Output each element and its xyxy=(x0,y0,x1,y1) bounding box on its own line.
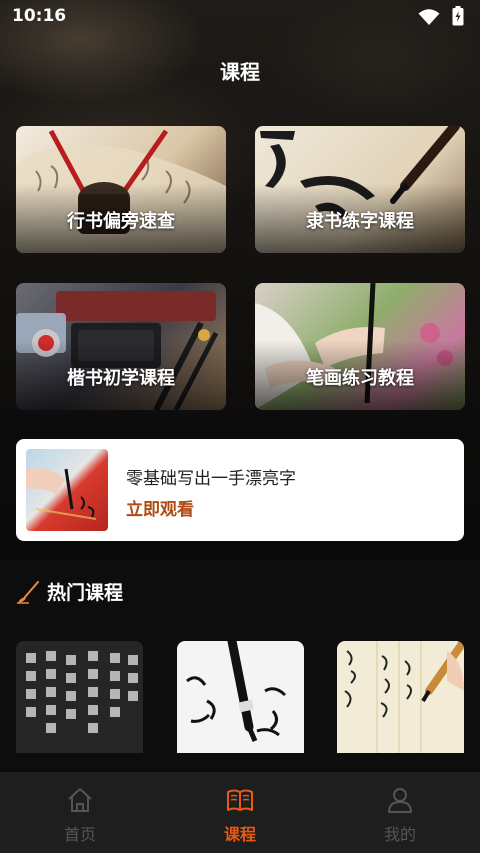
hot-course-thumb[interactable] xyxy=(16,641,143,753)
status-time: 10:16 xyxy=(12,6,67,26)
course-card-label: 行书偏旁速查 xyxy=(67,211,175,232)
page-title: 课程 xyxy=(220,60,260,84)
course-card-xingshu[interactable]: 行书偏旁速查 xyxy=(16,126,226,253)
wifi-icon xyxy=(418,9,440,25)
course-card-lishu[interactable]: 隶书练字课程 xyxy=(255,126,465,253)
battery-charging-icon xyxy=(452,6,464,26)
promo-title: 零基础写出一手漂亮字 xyxy=(126,469,296,489)
watch-now-link[interactable]: 立即观看 xyxy=(126,495,194,520)
course-card-bihua[interactable]: 笔画练习教程 xyxy=(255,283,465,410)
book-icon xyxy=(227,789,253,811)
status-bar: 10:16 xyxy=(0,0,480,34)
course-card-kaishu[interactable]: 楷书初学课程 xyxy=(16,283,226,410)
person-icon xyxy=(388,788,412,813)
nav-label-courses: 课程 xyxy=(223,825,256,844)
course-card-label: 楷书初学课程 xyxy=(67,368,175,389)
nav-item-courses[interactable]: 课程 xyxy=(160,772,320,853)
hot-course-thumb[interactable] xyxy=(337,641,464,753)
hot-course-image xyxy=(344,641,464,753)
bottom-nav: 首页 课程 我的 xyxy=(0,772,480,853)
nav-label-mine: 我的 xyxy=(383,825,416,844)
hot-course-image xyxy=(186,641,287,742)
hot-course-thumb[interactable] xyxy=(177,641,304,753)
promo-image xyxy=(26,449,108,531)
promo-banner[interactable]: 零基础写出一手漂亮字 立即观看 xyxy=(16,439,464,541)
home-icon xyxy=(68,788,92,812)
course-card-label: 笔画练习教程 xyxy=(306,368,414,389)
nav-item-home[interactable]: 首页 xyxy=(0,772,160,853)
hot-courses-title: 热门课程 xyxy=(47,582,124,604)
course-card-label: 隶书练字课程 xyxy=(306,211,414,232)
hot-course-image xyxy=(16,641,143,753)
brush-icon xyxy=(17,581,39,604)
nav-label-home: 首页 xyxy=(63,825,96,844)
nav-item-mine[interactable]: 我的 xyxy=(320,772,480,853)
